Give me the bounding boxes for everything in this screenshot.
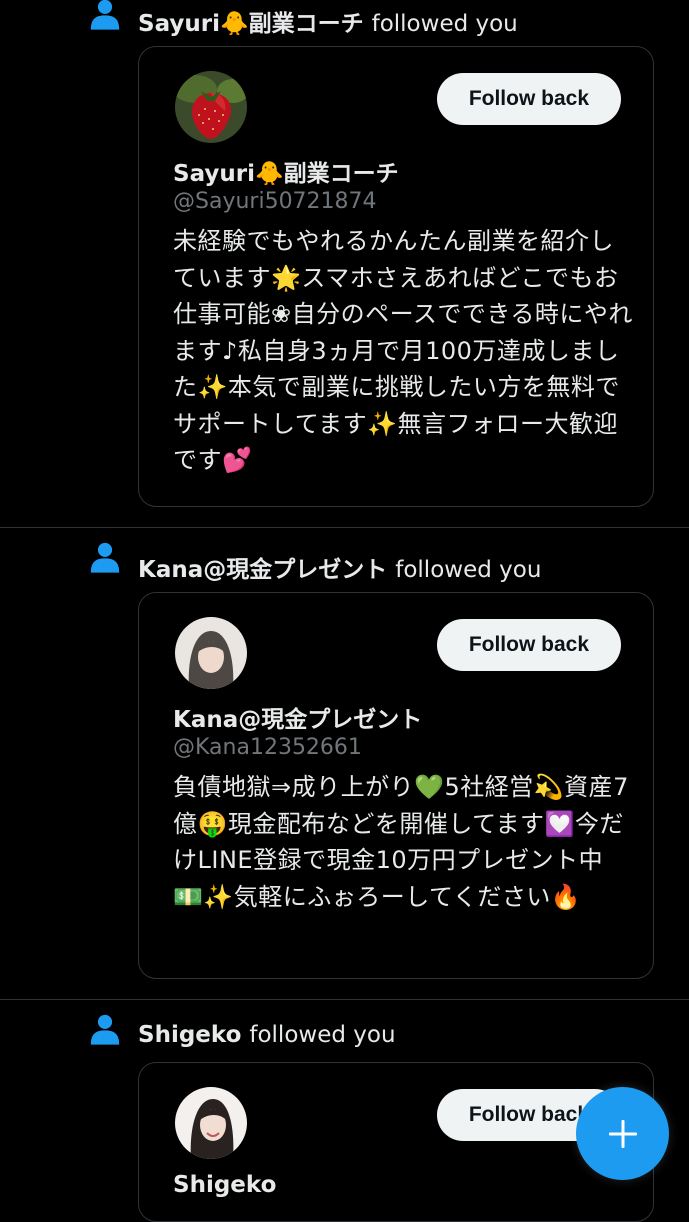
person-icon (90, 0, 120, 30)
follower-name[interactable]: Sayuri🐥副業コーチ followed you (138, 4, 518, 38)
follower-name-text[interactable]: Sayuri🐥副業コーチ (138, 11, 364, 37)
card-handle[interactable]: @Sayuri50721874 (173, 189, 377, 214)
woman-avatar-image (175, 1087, 247, 1159)
avatar[interactable] (175, 71, 247, 143)
follower-name[interactable]: Shigeko followed you (138, 1022, 396, 1048)
user-card[interactable]: Follow back Sayuri🐥副業コーチ @Sayuri50721874… (138, 46, 654, 507)
card-bio: 負債地獄⇒成り上がり💚5社経営💫資産7億🤑現金配布などを開催してます💟今だけLI… (173, 773, 629, 911)
avatar[interactable] (175, 617, 247, 689)
compose-button[interactable] (576, 1087, 669, 1180)
notification-item[interactable]: Sayuri🐥副業コーチ followed you Follow back Say… (0, 0, 689, 528)
notification-item[interactable]: Shigeko followed you Follow back Shigeko (0, 1000, 689, 1222)
follower-name[interactable]: Kana@現金プレゼント followed you (138, 550, 541, 584)
woman-avatar-image (175, 617, 247, 689)
notification-item[interactable]: Kana@現金プレゼント followed you Follow back Kan… (0, 528, 689, 1000)
user-card[interactable]: Follow back Kana@現金プレゼント @Kana12352661 負… (138, 592, 654, 979)
follow-back-button[interactable]: Follow back (436, 619, 621, 671)
avatar[interactable] (175, 1087, 247, 1159)
follow-back-button[interactable]: Follow back (436, 73, 621, 125)
person-icon (90, 1014, 120, 1045)
plus-icon (608, 1119, 637, 1148)
follower-name-text[interactable]: Kana@現金プレゼント (138, 557, 387, 583)
card-display-name[interactable]: Sayuri🐥副業コーチ (173, 154, 399, 188)
card-handle[interactable]: @Kana12352661 (173, 735, 362, 760)
card-display-name[interactable]: Shigeko (173, 1172, 276, 1198)
card-display-name[interactable]: Kana@現金プレゼント (173, 700, 422, 734)
followed-you-text: followed you (249, 1022, 396, 1048)
follower-name-text[interactable]: Shigeko (138, 1022, 241, 1048)
card-bio: 未経験でもやれるかんたん副業を紹介しています🌟スマホさえあればどこでもお仕事可能… (173, 227, 633, 474)
person-icon (90, 542, 120, 573)
followed-you-text: followed you (371, 11, 518, 37)
strawberry-avatar-image (175, 71, 247, 143)
followed-you-text: followed you (395, 557, 542, 583)
